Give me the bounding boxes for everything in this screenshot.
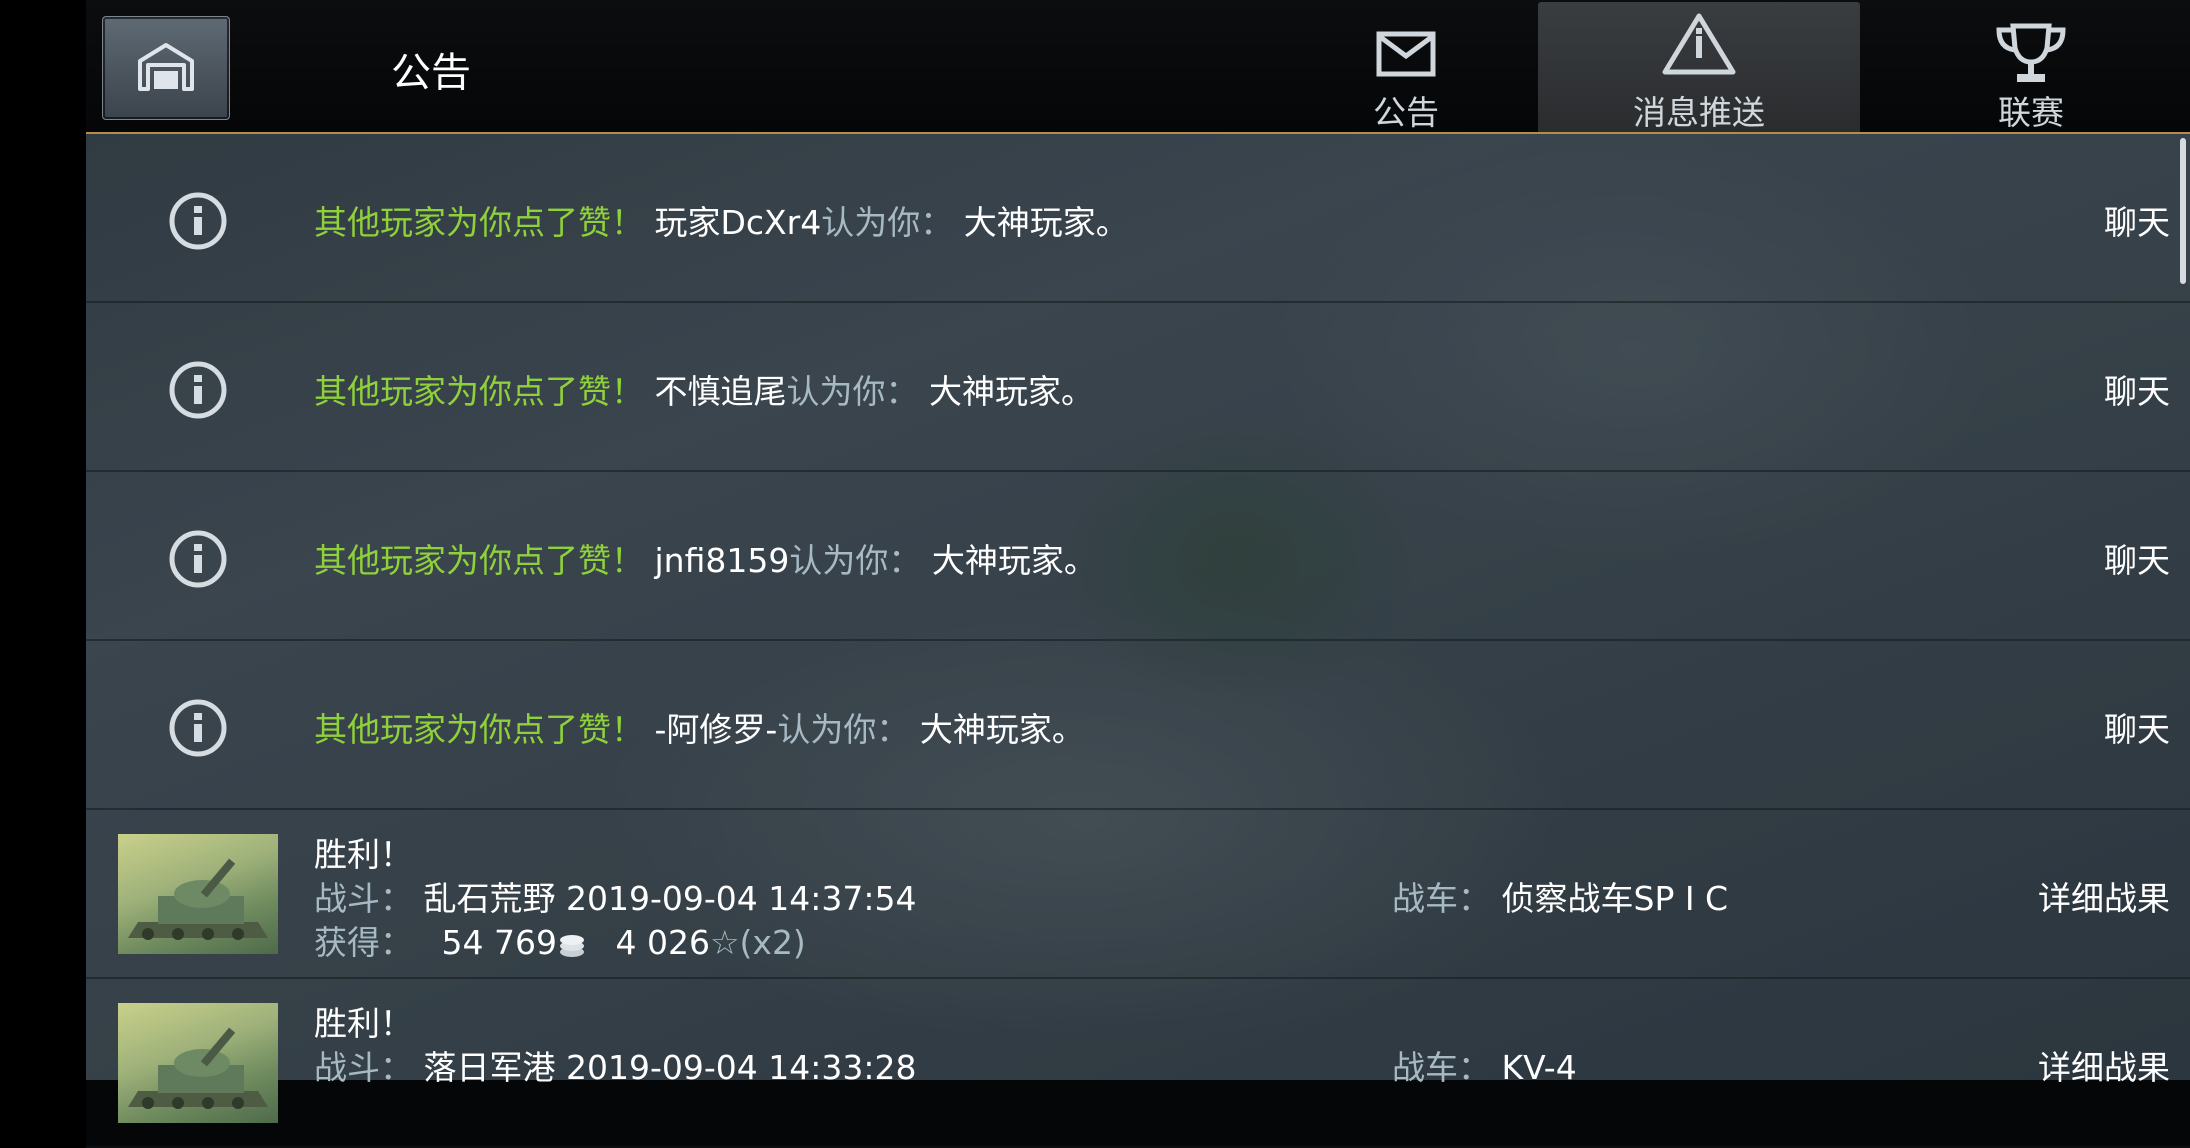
chat-button[interactable]: 聊天 xyxy=(2104,534,2170,582)
battle-info: 战斗： 乱石荒野 2019-09-04 14:37:54 xyxy=(314,872,916,920)
title-text: 大神玩家。 xyxy=(929,372,1094,411)
battle-label: 战斗： xyxy=(314,1048,413,1087)
notice-label: 认为你： xyxy=(789,541,922,580)
info-icon xyxy=(169,530,227,588)
battle-details-button[interactable]: 详细战果 xyxy=(2038,872,2170,920)
battle-result-title: 胜利！ xyxy=(314,1004,413,1043)
scrollbar[interactable] xyxy=(2180,138,2186,284)
tab-label: 公告 xyxy=(1373,93,1439,132)
player-name: jnfi8159 xyxy=(654,541,790,580)
top-bar: 公告 公告 消息推送 联赛 xyxy=(86,0,2190,134)
notice-label: 认为你： xyxy=(821,203,954,242)
notice-label: 认为你： xyxy=(777,710,910,749)
earnings-info: 获得： 54 769 4 026☆(x2) xyxy=(314,916,806,964)
info-icon xyxy=(169,192,227,250)
title-text: 大神玩家。 xyxy=(931,541,1097,580)
garage-icon xyxy=(138,43,194,91)
tank-thumbnail xyxy=(118,1003,278,1123)
notification-text: 其他玩家为你点了赞！ jnfi8159认为你： 大神玩家。 xyxy=(314,534,1097,582)
warning-icon xyxy=(1662,13,1736,75)
chat-button[interactable]: 聊天 xyxy=(2104,196,2170,244)
player-name: 不慎追尾 xyxy=(654,372,787,411)
tank-thumbnail xyxy=(118,834,278,954)
info-icon xyxy=(169,699,227,757)
list-item: 其他玩家为你点了赞！ 不慎追尾认为你： 大神玩家。 聊天 xyxy=(86,303,2190,472)
credits-value: 54 769 xyxy=(441,923,557,962)
info-icon xyxy=(169,361,227,419)
tab-league[interactable]: 联赛 xyxy=(1956,2,2106,132)
earnings-label: 获得： xyxy=(314,923,413,962)
like-notice: 其他玩家为你点了赞！ xyxy=(314,541,644,580)
garage-home-button[interactable] xyxy=(102,16,230,120)
player-name: 玩家DcXr4 xyxy=(654,203,822,242)
tab-label: 消息推送 xyxy=(1633,93,1765,132)
like-notice: 其他玩家为你点了赞！ xyxy=(314,710,644,749)
title-text: 大神玩家。 xyxy=(963,203,1129,242)
list-item: 其他玩家为你点了赞！ -阿修罗-认为你： 大神玩家。 聊天 xyxy=(86,641,2190,810)
tank-label: 战车： xyxy=(1392,879,1491,918)
battle-info: 战斗： 落日军港 2019-09-04 14:33:28 xyxy=(314,1041,916,1089)
page-title: 公告 xyxy=(391,50,471,96)
tank-label: 战车： xyxy=(1392,1048,1491,1087)
battle-result-item: 胜利！ 战斗： 乱石荒野 2019-09-04 14:37:54 获得： 54 … xyxy=(86,810,2190,979)
battle-details-button[interactable]: 详细战果 xyxy=(2038,1041,2170,1089)
tank-info: 战车： KV-4 xyxy=(1392,1041,1577,1089)
mail-icon xyxy=(1376,31,1436,77)
notification-text: 其他玩家为你点了赞！ 玩家DcXr4认为你： 大神玩家。 xyxy=(314,196,1129,244)
tank-name: KV-4 xyxy=(1501,1048,1577,1087)
notice-label: 认为你： xyxy=(786,372,919,411)
notification-text: 其他玩家为你点了赞！ -阿修罗-认为你： 大神玩家。 xyxy=(314,703,1085,751)
list-item: 其他玩家为你点了赞！ jnfi8159认为你： 大神玩家。 聊天 xyxy=(86,472,2190,641)
like-notice: 其他玩家为你点了赞！ xyxy=(314,372,644,411)
chat-button[interactable]: 聊天 xyxy=(2104,703,2170,751)
title-text: 大神玩家。 xyxy=(919,710,1085,749)
chat-button[interactable]: 聊天 xyxy=(2104,365,2170,413)
tank-info: 战车： 侦察战车SP I C xyxy=(1392,872,1728,920)
xp-value: 4 026 xyxy=(615,923,710,962)
battle-map-time: 落日军港 2019-09-04 14:33:28 xyxy=(423,1048,917,1087)
tab-label: 联赛 xyxy=(1998,93,2064,132)
tab-push-messages[interactable]: 消息推送 xyxy=(1538,2,1860,132)
tab-announcements[interactable]: 公告 xyxy=(1331,2,1481,132)
like-notice: 其他玩家为你点了赞！ xyxy=(314,203,644,242)
message-list: 其他玩家为你点了赞！ 玩家DcXr4认为你： 大神玩家。 聊天 其他玩家为你点了… xyxy=(86,134,2190,1148)
xp-multiplier: ☆(x2) xyxy=(709,923,806,962)
battle-result-item: 胜利！ 战斗： 落日军港 2019-09-04 14:33:28 战车： KV-… xyxy=(86,979,2190,1148)
credits-coin-icon xyxy=(559,934,584,957)
notification-text: 其他玩家为你点了赞！ 不慎追尾认为你： 大神玩家。 xyxy=(314,365,1094,413)
tank-name: 侦察战车SP I C xyxy=(1501,879,1729,918)
player-name: -阿修罗- xyxy=(654,710,778,749)
list-item: 其他玩家为你点了赞！ 玩家DcXr4认为你： 大神玩家。 聊天 xyxy=(86,134,2190,303)
battle-result-title: 胜利！ xyxy=(314,835,413,874)
battle-map-time: 乱石荒野 2019-09-04 14:37:54 xyxy=(423,879,917,918)
battle-label: 战斗： xyxy=(314,879,413,918)
trophy-icon xyxy=(1996,23,2066,82)
